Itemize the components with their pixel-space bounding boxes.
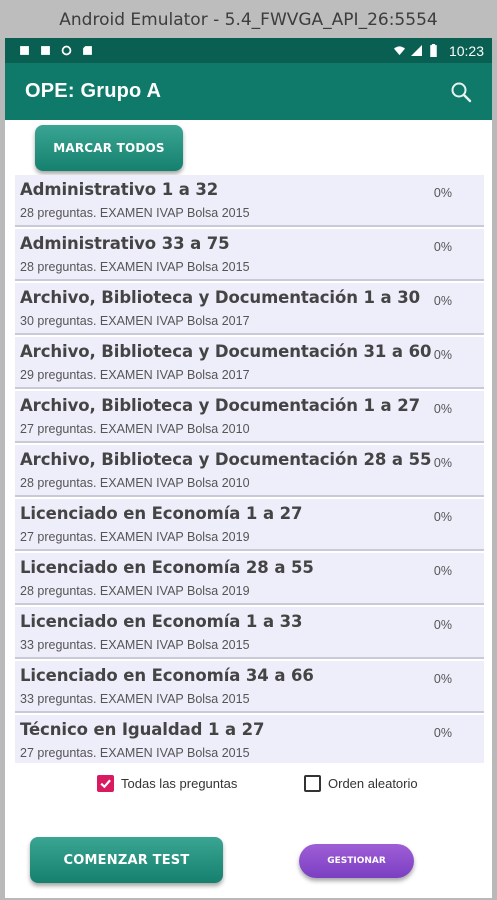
list-item[interactable]: Archivo, Biblioteca y Documentación 1 a … (15, 391, 484, 443)
manage-button[interactable]: GESTIONAR (299, 844, 414, 878)
item-title: Licenciado en Economía 34 a 66 (20, 666, 314, 685)
list-item[interactable]: Administrativo 1 a 32 28 preguntas. EXAM… (15, 175, 484, 227)
sd-card-icon (83, 46, 92, 55)
item-title: Archivo, Biblioteca y Documentación 1 a … (20, 288, 420, 307)
item-subtitle: 33 preguntas. EXAMEN IVAP Bolsa 2015 (20, 692, 250, 706)
item-subtitle: 29 preguntas. EXAMEN IVAP Bolsa 2017 (20, 368, 250, 382)
random-order-label: Orden aleatorio (328, 776, 418, 791)
notification-icon (41, 46, 50, 55)
all-questions-option[interactable]: Todas las preguntas (97, 775, 237, 792)
app-bar: OPE: Grupo A (5, 63, 492, 120)
item-progress: 0% (433, 348, 452, 362)
item-title: Administrativo 1 a 32 (20, 180, 219, 199)
list-item[interactable]: Licenciado en Economía 1 a 27 27 pregunt… (15, 499, 484, 551)
test-list: Administrativo 1 a 32 28 preguntas. EXAM… (15, 175, 484, 763)
device-screen: 10:23 OPE: Grupo A MARCAR TODOS Administ… (5, 38, 492, 898)
list-item[interactable]: Licenciado en Economía 28 a 55 28 pregun… (15, 553, 484, 605)
item-subtitle: 33 preguntas. EXAMEN IVAP Bolsa 2015 (20, 638, 250, 652)
mark-all-button[interactable]: MARCAR TODOS (35, 125, 183, 171)
item-subtitle: 28 preguntas. EXAMEN IVAP Bolsa 2015 (20, 260, 250, 274)
item-progress: 0% (433, 186, 452, 200)
item-title: Archivo, Biblioteca y Documentación 31 a… (20, 342, 432, 361)
item-progress: 0% (433, 672, 452, 686)
item-subtitle: 30 preguntas. EXAMEN IVAP Bolsa 2017 (20, 314, 250, 328)
item-subtitle: 28 preguntas. EXAMEN IVAP Bolsa 2019 (20, 584, 250, 598)
item-title: Archivo, Biblioteca y Documentación 28 a… (20, 450, 432, 469)
item-title: Licenciado en Economía 28 a 55 (20, 558, 314, 577)
list-item[interactable]: Administrativo 33 a 75 28 preguntas. EXA… (15, 229, 484, 281)
item-subtitle: 27 preguntas. EXAMEN IVAP Bolsa 2015 (20, 746, 250, 760)
search-button[interactable] (446, 77, 476, 107)
status-bar: 10:23 (5, 38, 492, 63)
all-questions-label: Todas las preguntas (121, 776, 238, 791)
item-title: Técnico en Igualdad 1 a 27 (20, 720, 265, 739)
test-options: Todas las preguntas Orden aleatorio (5, 772, 492, 798)
wifi-icon (393, 46, 405, 56)
list-item[interactable]: Archivo, Biblioteca y Documentación 31 a… (15, 337, 484, 389)
list-item[interactable]: Archivo, Biblioteca y Documentación 28 a… (15, 445, 484, 497)
notification-icon (20, 46, 29, 55)
list-item[interactable]: Técnico en Igualdad 1 a 27 27 preguntas.… (15, 715, 484, 763)
list-item[interactable]: Archivo, Biblioteca y Documentación 1 a … (15, 283, 484, 335)
signal-icon (410, 45, 422, 56)
item-progress: 0% (433, 456, 452, 470)
all-questions-checkbox[interactable] (97, 775, 114, 792)
random-order-checkbox[interactable] (304, 775, 321, 792)
status-time: 10:23 (448, 42, 484, 59)
item-subtitle: 28 preguntas. EXAMEN IVAP Bolsa 2015 (20, 206, 250, 220)
item-title: Archivo, Biblioteca y Documentación 1 a … (20, 396, 420, 415)
item-title: Administrativo 33 a 75 (20, 234, 230, 253)
random-order-option[interactable]: Orden aleatorio (304, 775, 418, 792)
item-progress: 0% (433, 618, 452, 632)
item-progress: 0% (433, 564, 452, 578)
item-subtitle: 27 preguntas. EXAMEN IVAP Bolsa 2010 (20, 422, 250, 436)
item-progress: 0% (433, 294, 452, 308)
emulator-window-title: Android Emulator - 5.4_FWVGA_API_26:5554 (0, 0, 497, 40)
item-progress: 0% (433, 510, 452, 524)
battery-icon (430, 44, 437, 57)
list-item[interactable]: Licenciado en Economía 1 a 33 33 pregunt… (15, 607, 484, 659)
item-title: Licenciado en Economía 1 a 33 (20, 612, 303, 631)
check-icon (100, 779, 111, 789)
app-title: OPE: Grupo A (25, 80, 162, 102)
start-test-button[interactable]: COMENZAR TEST (30, 837, 223, 883)
list-item[interactable]: Licenciado en Economía 34 a 66 33 pregun… (15, 661, 484, 713)
item-progress: 0% (433, 726, 452, 740)
item-progress: 0% (433, 240, 452, 254)
item-title: Licenciado en Economía 1 a 27 (20, 504, 303, 523)
main-content: MARCAR TODOS Administrativo 1 a 32 28 pr… (5, 120, 492, 898)
search-icon (451, 82, 472, 102)
item-progress: 0% (433, 402, 452, 416)
item-subtitle: 27 preguntas. EXAMEN IVAP Bolsa 2019 (20, 530, 250, 544)
item-subtitle: 28 preguntas. EXAMEN IVAP Bolsa 2010 (20, 476, 250, 490)
circle-icon (61, 45, 72, 56)
